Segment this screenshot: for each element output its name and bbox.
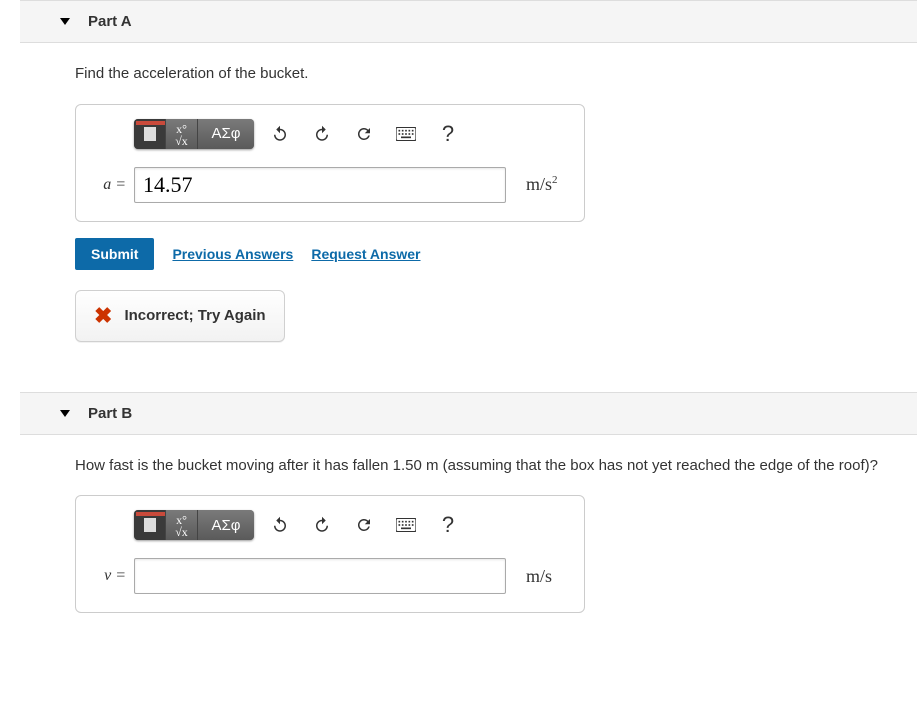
submit-button[interactable]: Submit bbox=[75, 238, 154, 270]
help-button[interactable]: ? bbox=[432, 119, 464, 149]
part-a-prompt: Find the acceleration of the bucket. bbox=[75, 63, 897, 86]
undo-button[interactable] bbox=[264, 510, 296, 540]
help-button[interactable]: ? bbox=[432, 510, 464, 540]
undo-icon bbox=[271, 125, 289, 143]
help-icon: ? bbox=[442, 512, 454, 538]
redo-icon bbox=[313, 516, 331, 534]
template-buttons: x°√x ΑΣφ bbox=[134, 510, 254, 540]
reset-button[interactable] bbox=[348, 510, 380, 540]
greek-label: ΑΣφ bbox=[211, 517, 240, 534]
feedback-text: Incorrect; Try Again bbox=[124, 307, 265, 324]
input-row-a: a = m/s2 bbox=[92, 167, 568, 203]
part-b-header[interactable]: Part B bbox=[20, 392, 917, 435]
sqrt-fraction-icon: x°√x bbox=[175, 121, 188, 147]
part-a-title: Part A bbox=[88, 13, 132, 30]
answer-input-b[interactable] bbox=[134, 558, 506, 594]
redo-button[interactable] bbox=[306, 510, 338, 540]
variable-label-b: v = bbox=[92, 567, 126, 585]
feedback-box: ✖ Incorrect; Try Again bbox=[75, 290, 285, 342]
part-b-title: Part B bbox=[88, 405, 132, 422]
rectangle-icon bbox=[144, 127, 156, 141]
undo-icon bbox=[271, 516, 289, 534]
keyboard-button[interactable] bbox=[390, 119, 422, 149]
reset-icon bbox=[355, 516, 373, 534]
greek-letters-button[interactable]: ΑΣφ bbox=[198, 119, 254, 149]
incorrect-x-icon: ✖ bbox=[94, 305, 112, 327]
keyboard-button[interactable] bbox=[390, 510, 422, 540]
collapse-arrow-icon bbox=[60, 18, 70, 25]
collapse-arrow-icon bbox=[60, 410, 70, 417]
part-a-section: Part A Find the acceleration of the buck… bbox=[0, 0, 917, 362]
template-rect-button[interactable] bbox=[134, 119, 166, 149]
reset-button[interactable] bbox=[348, 119, 380, 149]
variable-label-a: a = bbox=[92, 176, 126, 194]
help-icon: ? bbox=[442, 121, 454, 147]
keyboard-icon bbox=[396, 127, 416, 141]
previous-answers-link[interactable]: Previous Answers bbox=[172, 246, 293, 262]
answer-box-a: x°√x ΑΣφ ? bbox=[75, 104, 585, 222]
template-math-button[interactable]: x°√x bbox=[166, 119, 198, 149]
equation-toolbar-b: x°√x ΑΣφ ? bbox=[134, 510, 568, 540]
sqrt-fraction-icon: x°√x bbox=[175, 512, 188, 538]
greek-label: ΑΣφ bbox=[211, 125, 240, 142]
request-answer-link[interactable]: Request Answer bbox=[311, 246, 420, 262]
input-row-b: v = m/s bbox=[92, 558, 568, 594]
template-buttons: x°√x ΑΣφ bbox=[134, 119, 254, 149]
action-row-a: Submit Previous Answers Request Answer bbox=[75, 238, 897, 270]
greek-letters-button[interactable]: ΑΣφ bbox=[198, 510, 254, 540]
unit-label-a: m/s2 bbox=[526, 174, 558, 195]
redo-icon bbox=[313, 125, 331, 143]
answer-box-b: x°√x ΑΣφ ? bbox=[75, 495, 585, 613]
keyboard-icon bbox=[396, 518, 416, 532]
reset-icon bbox=[355, 125, 373, 143]
undo-button[interactable] bbox=[264, 119, 296, 149]
redo-button[interactable] bbox=[306, 119, 338, 149]
part-a-header[interactable]: Part A bbox=[20, 0, 917, 43]
part-b-section: Part B How fast is the bucket moving aft… bbox=[0, 392, 917, 634]
part-a-body: Find the acceleration of the bucket. x°√… bbox=[0, 43, 917, 362]
equation-toolbar-a: x°√x ΑΣφ ? bbox=[134, 119, 568, 149]
part-b-prompt: How fast is the bucket moving after it h… bbox=[75, 455, 897, 478]
template-math-button[interactable]: x°√x bbox=[166, 510, 198, 540]
template-rect-button[interactable] bbox=[134, 510, 166, 540]
unit-label-b: m/s bbox=[526, 566, 552, 587]
answer-input-a[interactable] bbox=[134, 167, 506, 203]
part-b-body: How fast is the bucket moving after it h… bbox=[0, 435, 917, 634]
rectangle-icon bbox=[144, 518, 156, 532]
